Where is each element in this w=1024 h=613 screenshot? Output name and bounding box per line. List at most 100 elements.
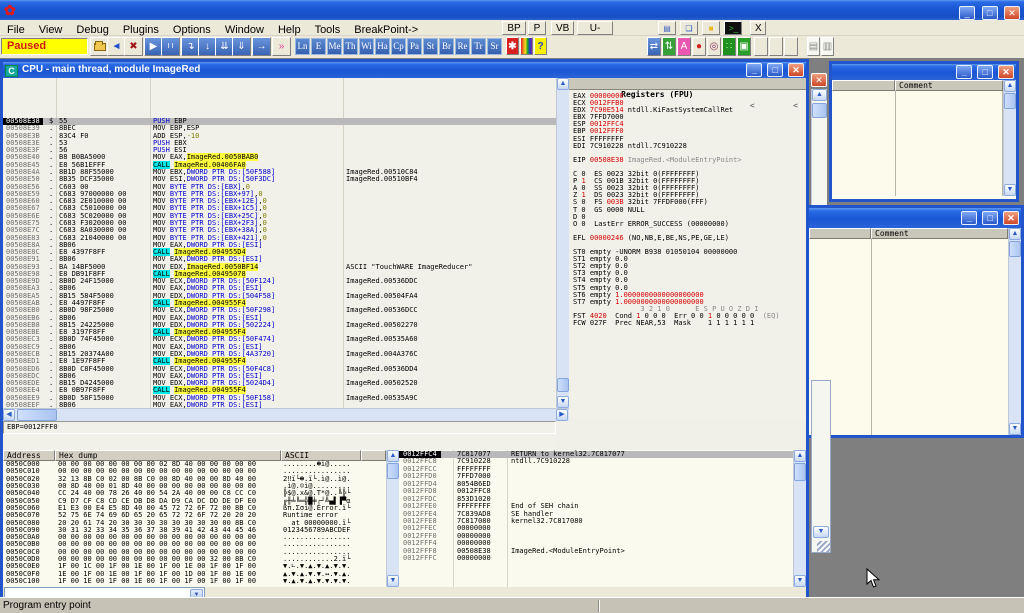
pause-icon[interactable]: I I	[161, 37, 180, 56]
comment-middle-vscrollbar[interactable]: ▲ ▼	[1008, 228, 1021, 435]
hidden-window-bottom-vscrollbar[interactable]: ▼	[811, 380, 831, 553]
book-icon[interactable]: ❏	[680, 21, 698, 35]
menu-item-tools[interactable]: Tools	[308, 23, 348, 37]
register-line[interactable]: EDI 7C910228 ntdll.7C910228	[569, 143, 806, 150]
window-green-icon[interactable]: ▣	[737, 37, 751, 56]
menu-close-button[interactable]: X	[750, 21, 766, 35]
scroll-up-icon[interactable]: ▲	[557, 78, 569, 90]
notepad-icon[interactable]: ▤	[658, 21, 676, 35]
scroll-down-icon[interactable]: ▼	[1009, 423, 1021, 435]
resize-grip[interactable]	[817, 541, 830, 552]
scroll-thumb[interactable]	[17, 409, 57, 421]
disasm-row[interactable]: 00508ED6.8B0D C8F45000MOV ECX,DWORD PTR …	[3, 366, 556, 373]
scroll-thumb[interactable]	[557, 378, 569, 392]
comment-window-middle-titlebar[interactable]: _ □ ✕	[809, 208, 1021, 228]
empty-toolbar-button[interactable]	[754, 37, 768, 56]
rainbow-icon[interactable]	[520, 37, 533, 55]
toolbar-button-e[interactable]: E	[311, 38, 326, 55]
minimize-button[interactable]: _	[961, 211, 977, 225]
menu-item-window[interactable]: Window	[218, 23, 271, 37]
cpu-maximize-button[interactable]: □	[767, 63, 783, 77]
hidden-window-close-icon[interactable]: ✕	[811, 73, 827, 87]
toolbar-button-th[interactable]: Th	[343, 38, 358, 55]
menu-button-p[interactable]: P	[528, 21, 546, 35]
register-line[interactable]: EIP 00508E38 ImageRed.<ModuleEntryPoint>	[569, 157, 806, 164]
disasm-row[interactable]: 00508E3E.53PUSH EBX	[3, 140, 556, 147]
stack-row[interactable]: 0012FFFC00000000	[399, 555, 793, 562]
menu-button-vb[interactable]: VB	[551, 21, 574, 35]
disasm-row[interactable]: 00508EC3.8B0D 74F45000MOV ECX,DWORD PTR …	[3, 336, 556, 343]
menu-item-help[interactable]: Help	[271, 23, 308, 37]
comment-window-top-titlebar[interactable]: _ □ ✕	[832, 64, 1016, 80]
register-line[interactable]: O 0 LastErr ERROR_SUCCESS (00000000)	[569, 221, 806, 228]
menu-button-u-bpm[interactable]: U-BPM	[577, 21, 613, 35]
minimize-button[interactable]: _	[956, 65, 972, 79]
cpu-minimize-button[interactable]: _	[746, 63, 762, 77]
toolbar-button-cp[interactable]: Cp	[391, 38, 406, 55]
register-line[interactable]: T 0 GS 0000 NULL	[569, 207, 806, 214]
menu-button-bp[interactable]: BP	[502, 21, 526, 35]
toolbar-button-ln[interactable]: Ln	[295, 38, 310, 55]
disasm-row[interactable]: 00508E83.C683 21040000 00MOV BYTE PTR DS…	[3, 235, 556, 242]
scroll-down-icon[interactable]: ▼	[794, 575, 806, 587]
menu-item-plugins[interactable]: Plugins	[116, 23, 166, 37]
disasm-row[interactable]: 00508E3B.83C4 F0ADD ESP,-10	[3, 133, 556, 140]
toolbar-button-ha[interactable]: Ha	[375, 38, 390, 55]
book-green-icon[interactable]: ⇅	[662, 37, 676, 56]
scroll-thumb[interactable]	[1004, 93, 1016, 109]
registers-pane[interactable]: Registers (FPU) < < EAX 00000000ECX 0012…	[569, 78, 806, 419]
empty-toolbar-button[interactable]	[784, 37, 798, 56]
empty-toolbar-button[interactable]	[769, 37, 783, 56]
comment-window-top-body[interactable]	[832, 91, 1003, 196]
scroll-up-icon[interactable]: ▲	[812, 89, 827, 101]
register-line[interactable]: EFL 00000246 (NO,NB,E,BE,NS,PE,GE,LE)	[569, 235, 806, 242]
menu-item-options[interactable]: Options	[166, 23, 218, 37]
scroll-down-icon[interactable]: ▼	[1004, 184, 1016, 196]
main-titlebar[interactable]: ✿ _ □ ✕	[0, 0, 1024, 20]
register-line[interactable]: FCW 027F Prec NEAR,53 Mask 1 1 1 1 1 1	[569, 320, 806, 327]
comment-window-middle-body[interactable]	[809, 239, 1008, 435]
menu-item-debug[interactable]: Debug	[69, 23, 115, 37]
help-icon[interactable]: ?	[534, 37, 547, 55]
goto-icon[interactable]: »	[272, 37, 291, 56]
menu-item-breakpoint[interactable]: BreakPoint->	[347, 23, 425, 37]
scroll-right-icon[interactable]: ▶	[556, 409, 568, 421]
maximize-button[interactable]: □	[982, 211, 998, 225]
scroll-left-icon[interactable]: ◀	[3, 409, 15, 421]
swap-icon[interactable]: ⇄	[647, 37, 661, 56]
folder-icon[interactable]: ■	[702, 21, 720, 35]
close-icon[interactable]: ✖	[124, 37, 143, 56]
scroll-down-icon[interactable]: ▼	[813, 526, 829, 538]
stack-vscrollbar[interactable]: ▲ ▼	[793, 450, 806, 587]
toolbar-button-sr[interactable]: Sr	[487, 38, 502, 55]
toolbar-button-me[interactable]: Me	[327, 38, 342, 55]
scroll-thumb[interactable]	[812, 103, 827, 118]
disasm-row[interactable]: 00508E38$55PUSH EBP	[3, 118, 556, 125]
dump-vscrollbar[interactable]: ▲ ▼	[386, 450, 399, 587]
toolbar-button-pa[interactable]: Pa	[407, 38, 422, 55]
toolbar-button-tr[interactable]: Tr	[471, 38, 486, 55]
scroll-down-icon[interactable]: ▼	[387, 575, 399, 587]
cpu-window-titlebar[interactable]: CCPU - main thread, module ImageRed _ □ …	[3, 62, 806, 78]
led-icon[interactable]: ∷	[722, 37, 736, 56]
minimize-button[interactable]: _	[959, 6, 975, 20]
console-icon[interactable]: >_	[724, 21, 742, 35]
trace-over-icon[interactable]: ⇓	[232, 37, 251, 56]
letter-a-icon[interactable]: A	[677, 37, 691, 56]
close-button[interactable]: ✕	[1003, 211, 1019, 225]
disassembly-vscrollbar[interactable]: ▲ ▼	[556, 78, 569, 408]
disasm-row[interactable]: 00508E9D.8B0D 24F15000MOV ECX,DWORD PTR …	[3, 278, 556, 285]
panel-split-icon[interactable]: ▥	[821, 37, 834, 56]
disassembly-hscrollbar[interactable]: ◀ ▶	[3, 408, 569, 421]
toolbar-button-wi[interactable]: Wi	[359, 38, 374, 55]
menu-item-view[interactable]: View	[32, 23, 70, 37]
disasm-row[interactable]: 00508EE9.8B0D 58F15000MOV ECX,DWORD PTR …	[3, 395, 556, 402]
close-button[interactable]: ✕	[998, 65, 1014, 79]
menu-item-file[interactable]: File	[0, 23, 32, 37]
scroll-up-icon[interactable]: ▲	[794, 450, 806, 462]
toolbar-button-st[interactable]: St	[423, 38, 438, 55]
disasm-row[interactable]: 00508EB0.8B0D 98F25000MOV ECX,DWORD PTR …	[3, 307, 556, 314]
scroll-up-icon[interactable]: ▲	[1009, 228, 1021, 240]
toolbar-button-re[interactable]: Re	[455, 38, 470, 55]
close-button[interactable]: ✕	[1004, 6, 1020, 20]
